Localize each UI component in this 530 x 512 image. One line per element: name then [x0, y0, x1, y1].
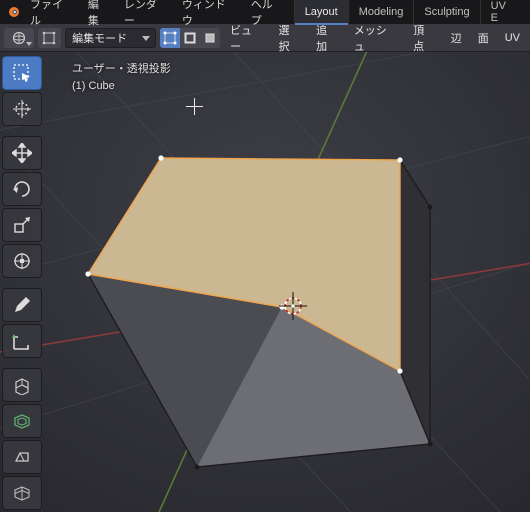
- editor-type-dropdown[interactable]: [4, 28, 34, 48]
- header-menu-vertex[interactable]: 頂点: [407, 22, 441, 54]
- header-menu-edge[interactable]: 辺: [445, 30, 468, 46]
- blender-logo-icon: [4, 3, 22, 21]
- mesh-select-mode-group: [160, 28, 220, 48]
- workspace-tabs: Layout Modeling Sculpting UV E: [294, 0, 526, 24]
- tool-loopcut[interactable]: [2, 476, 42, 510]
- header-menu-view[interactable]: ビュー: [224, 22, 268, 54]
- menu-file[interactable]: ファイル: [24, 0, 80, 28]
- tool-annotate[interactable]: [2, 288, 42, 322]
- top-menu-bar: ファイル 編集 レンダー ウィンドウ ヘルプ Layout Modeling S…: [0, 0, 530, 24]
- header-menu-add[interactable]: 追加: [310, 22, 344, 54]
- select-mode-edge[interactable]: [180, 28, 200, 48]
- tool-measure[interactable]: [2, 324, 42, 358]
- toolbar-left: [2, 56, 42, 512]
- tool-extrude[interactable]: [2, 368, 42, 402]
- menu-edit[interactable]: 編集: [82, 0, 116, 28]
- editor-3dview-header: 編集モード ビュー 選択 追加 メッシュ 頂点 辺 面 UV: [0, 24, 530, 52]
- header-menu-mesh[interactable]: メッシュ: [348, 22, 403, 54]
- tool-scale[interactable]: [2, 208, 42, 242]
- tool-box-select[interactable]: [2, 56, 42, 90]
- mode-select-dropdown[interactable]: 編集モード: [65, 28, 156, 48]
- header-menu-uv[interactable]: UV: [499, 32, 526, 44]
- select-mode-face[interactable]: [200, 28, 220, 48]
- mode-icon-button[interactable]: [38, 28, 62, 48]
- menu-render[interactable]: レンダー: [118, 0, 174, 28]
- header-menu-select[interactable]: 選択: [273, 22, 307, 54]
- workspace-tab-modeling[interactable]: Modeling: [348, 0, 414, 24]
- workspace-tab-sculpting[interactable]: Sculpting: [413, 0, 479, 24]
- mode-select-label: 編集モード: [72, 30, 127, 46]
- viewport-canvas: [0, 52, 530, 512]
- tool-transform[interactable]: [2, 244, 42, 278]
- viewport-3d[interactable]: ユーザー・透視投影 (1) Cube: [0, 52, 530, 512]
- tool-bevel[interactable]: [2, 440, 42, 474]
- tool-inset[interactable]: [2, 404, 42, 438]
- tool-rotate[interactable]: [2, 172, 42, 206]
- tool-move[interactable]: [2, 136, 42, 170]
- select-mode-vertex[interactable]: [160, 28, 180, 48]
- header-menu-face[interactable]: 面: [472, 30, 495, 46]
- workspace-tab-layout[interactable]: Layout: [294, 0, 348, 24]
- workspace-tab-uv[interactable]: UV E: [480, 0, 526, 24]
- tool-cursor[interactable]: [2, 92, 42, 126]
